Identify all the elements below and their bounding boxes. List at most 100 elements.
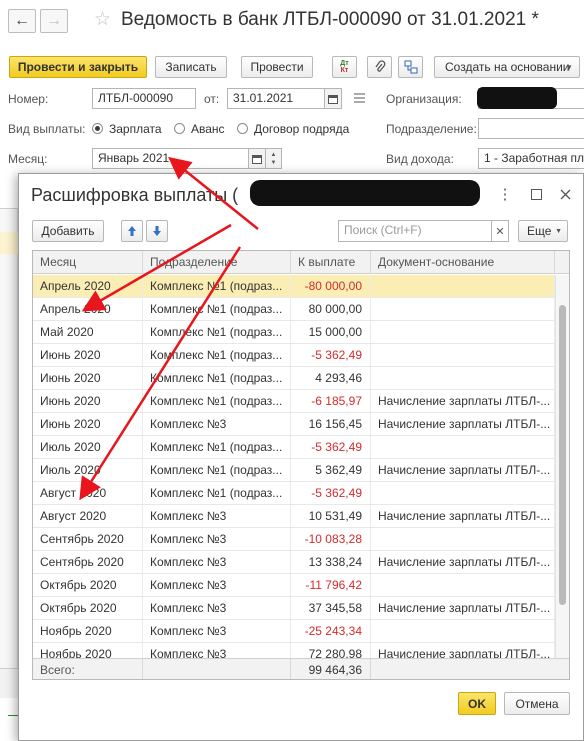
cell-basis: Начисление зарплаты ЛТБЛ-... <box>371 459 555 481</box>
create-based-on-dropdown[interactable]: Создать на основании ▼ <box>434 56 580 78</box>
cell-month: Сентябрь 2020 <box>33 528 143 550</box>
save-button[interactable]: Записать <box>155 56 227 78</box>
cell-month: Сентябрь 2020 <box>33 551 143 573</box>
vertical-scrollbar[interactable] <box>555 275 569 658</box>
cell-amount: 37 345,58 <box>291 597 371 619</box>
background-selected-row <box>0 232 18 254</box>
number-label: Номер: <box>8 92 49 106</box>
cell-amount: -5 362,49 <box>291 482 371 504</box>
cell-division: Комплекс №3 <box>143 528 291 550</box>
cell-month: Октябрь 2020 <box>33 574 143 596</box>
table-row[interactable]: Август 2020 Комплекс №3 10 531,49 Начислени… <box>33 505 555 528</box>
radio-advance-label[interactable]: Аванс <box>191 121 225 137</box>
structure-icon <box>404 60 417 74</box>
maximize-icon[interactable] <box>528 186 544 202</box>
arrow-right-icon: → <box>46 12 62 29</box>
clear-search-button[interactable]: ✕ <box>491 220 509 242</box>
table-row[interactable]: Июнь 2020 Комплекс №3 16 156,45 Начисление … <box>33 413 555 436</box>
month-calendar-button[interactable] <box>248 148 266 169</box>
move-up-button[interactable] <box>121 220 143 242</box>
star-icon[interactable]: ☆ <box>94 9 111 31</box>
cell-amount: 4 293,46 <box>291 367 371 389</box>
calendar-icon <box>328 94 338 104</box>
table-row[interactable]: Апрель 2020 Комплекс №1 (подраз... -80 000… <box>33 275 555 298</box>
cell-month: Май 2020 <box>33 321 143 343</box>
add-button[interactable]: Добавить <box>32 220 104 242</box>
forward-button[interactable]: → <box>40 9 68 33</box>
more-dropdown[interactable]: Еще ▼ <box>518 220 568 242</box>
list-icon[interactable] <box>354 93 365 103</box>
chevron-up-icon: ▲ <box>270 151 277 158</box>
calendar-button[interactable] <box>324 88 342 109</box>
table-row[interactable]: Июль 2020 Комплекс №1 (подраз... -5 362,49 <box>33 436 555 459</box>
debit-credit-button[interactable]: Дт Кт <box>332 56 357 78</box>
calendar-icon <box>252 154 262 164</box>
cell-division: Комплекс №3 <box>143 620 291 642</box>
cell-amount: -5 362,49 <box>291 344 371 366</box>
post-button[interactable]: Провести <box>241 56 313 78</box>
date-field[interactable]: 31.01.2021 <box>227 88 325 109</box>
ok-button[interactable]: OK <box>458 692 496 715</box>
cell-month: Октябрь 2020 <box>33 597 143 619</box>
cell-division: Комплекс №3 <box>143 551 291 573</box>
cell-basis <box>371 344 555 366</box>
radio-salary[interactable] <box>92 123 103 134</box>
income-type-field[interactable]: 1 - Заработная пла <box>478 148 584 169</box>
scrollbar-thumb[interactable] <box>559 305 566 605</box>
structure-button[interactable] <box>398 56 423 78</box>
back-button[interactable]: ← <box>8 9 36 33</box>
more-menu-icon[interactable]: ⋮ <box>497 186 513 203</box>
table-row[interactable]: Октябрь 2020 Комплекс №3 37 345,58 Начислен… <box>33 597 555 620</box>
radio-advance[interactable] <box>174 123 185 134</box>
table-row[interactable]: Июнь 2020 Комплекс №1 (подраз... -6 185,97… <box>33 390 555 413</box>
month-field[interactable]: Январь 2021 <box>92 148 249 169</box>
cell-basis <box>371 528 555 550</box>
table-row[interactable]: Октябрь 2020 Комплекс №3 -11 796,42 <box>33 574 555 597</box>
column-basis[interactable]: Документ-основание <box>371 251 555 274</box>
cancel-button[interactable]: Отмена <box>504 692 570 715</box>
cell-division: Комплекс №1 (подраз... <box>143 367 291 389</box>
cell-month: Июнь 2020 <box>33 367 143 389</box>
income-type-label: Вид дохода: <box>386 152 454 166</box>
redacted-title-part <box>250 180 480 206</box>
cell-division: Комплекс №3 <box>143 597 291 619</box>
chevron-down-icon: ▼ <box>555 227 562 235</box>
month-stepper[interactable]: ▲ ▼ <box>265 148 282 169</box>
cell-basis <box>371 298 555 320</box>
table-row[interactable]: Июнь 2020 Комплекс №1 (подраз... -5 362,49 <box>33 344 555 367</box>
table-row[interactable]: Май 2020 Комплекс №1 (подраз... 15 000,00 <box>33 321 555 344</box>
column-amount[interactable]: К выплате <box>291 251 371 274</box>
cell-division: Комплекс №3 <box>143 574 291 596</box>
column-month[interactable]: Месяц <box>33 251 143 274</box>
table-row[interactable]: Август 2020 Комплекс №1 (подраз... -5 362,… <box>33 482 555 505</box>
cell-basis: Начисление зарплаты ЛТБЛ-... <box>371 390 555 412</box>
debit-credit-icon: Дт Кт <box>340 60 349 74</box>
redacted-organization <box>477 87 557 109</box>
table-row[interactable]: Июнь 2020 Комплекс №1 (подраз... 4 293,46 <box>33 367 555 390</box>
radio-salary-label[interactable]: Зарплата <box>109 121 162 137</box>
table-row[interactable]: Сентябрь 2020 Комплекс №3 13 338,24 Начисле… <box>33 551 555 574</box>
radio-contract-label[interactable]: Договор подряда <box>254 121 349 137</box>
division-label: Подразделение: <box>386 122 477 136</box>
cell-month: Ноябрь 2020 <box>33 620 143 642</box>
cell-basis: Начисление зарплаты ЛТБЛ-... <box>371 551 555 573</box>
table-row[interactable]: Июль 2020 Комплекс №1 (подраз... 5 362,49 Н… <box>33 459 555 482</box>
date-label: от: <box>204 92 220 106</box>
search-input[interactable]: Поиск (Ctrl+F) <box>338 220 492 242</box>
cell-month: Июль 2020 <box>33 459 143 481</box>
column-division[interactable]: Подразделение <box>143 251 291 274</box>
table-header: Месяц Подразделение К выплате Документ-о… <box>33 251 569 274</box>
background-link[interactable] <box>8 715 18 716</box>
chevron-down-icon: ▼ <box>270 159 277 166</box>
cell-basis <box>371 620 555 642</box>
number-field[interactable]: ЛТБЛ-000090 <box>92 88 196 109</box>
table-row[interactable]: Сентябрь 2020 Комплекс №3 -10 083,28 <box>33 528 555 551</box>
division-field[interactable] <box>478 118 584 139</box>
table-row[interactable]: Ноябрь 2020 Комплекс №3 -25 243,34 <box>33 620 555 643</box>
move-down-button[interactable] <box>146 220 168 242</box>
close-icon[interactable] <box>557 186 573 202</box>
post-and-close-button[interactable]: Провести и закрыть <box>9 56 147 78</box>
attach-button[interactable] <box>367 56 392 78</box>
table-row[interactable]: Апрель 2020 Комплекс №1 (подраз... 80 000,… <box>33 298 555 321</box>
radio-contract[interactable] <box>237 123 248 134</box>
